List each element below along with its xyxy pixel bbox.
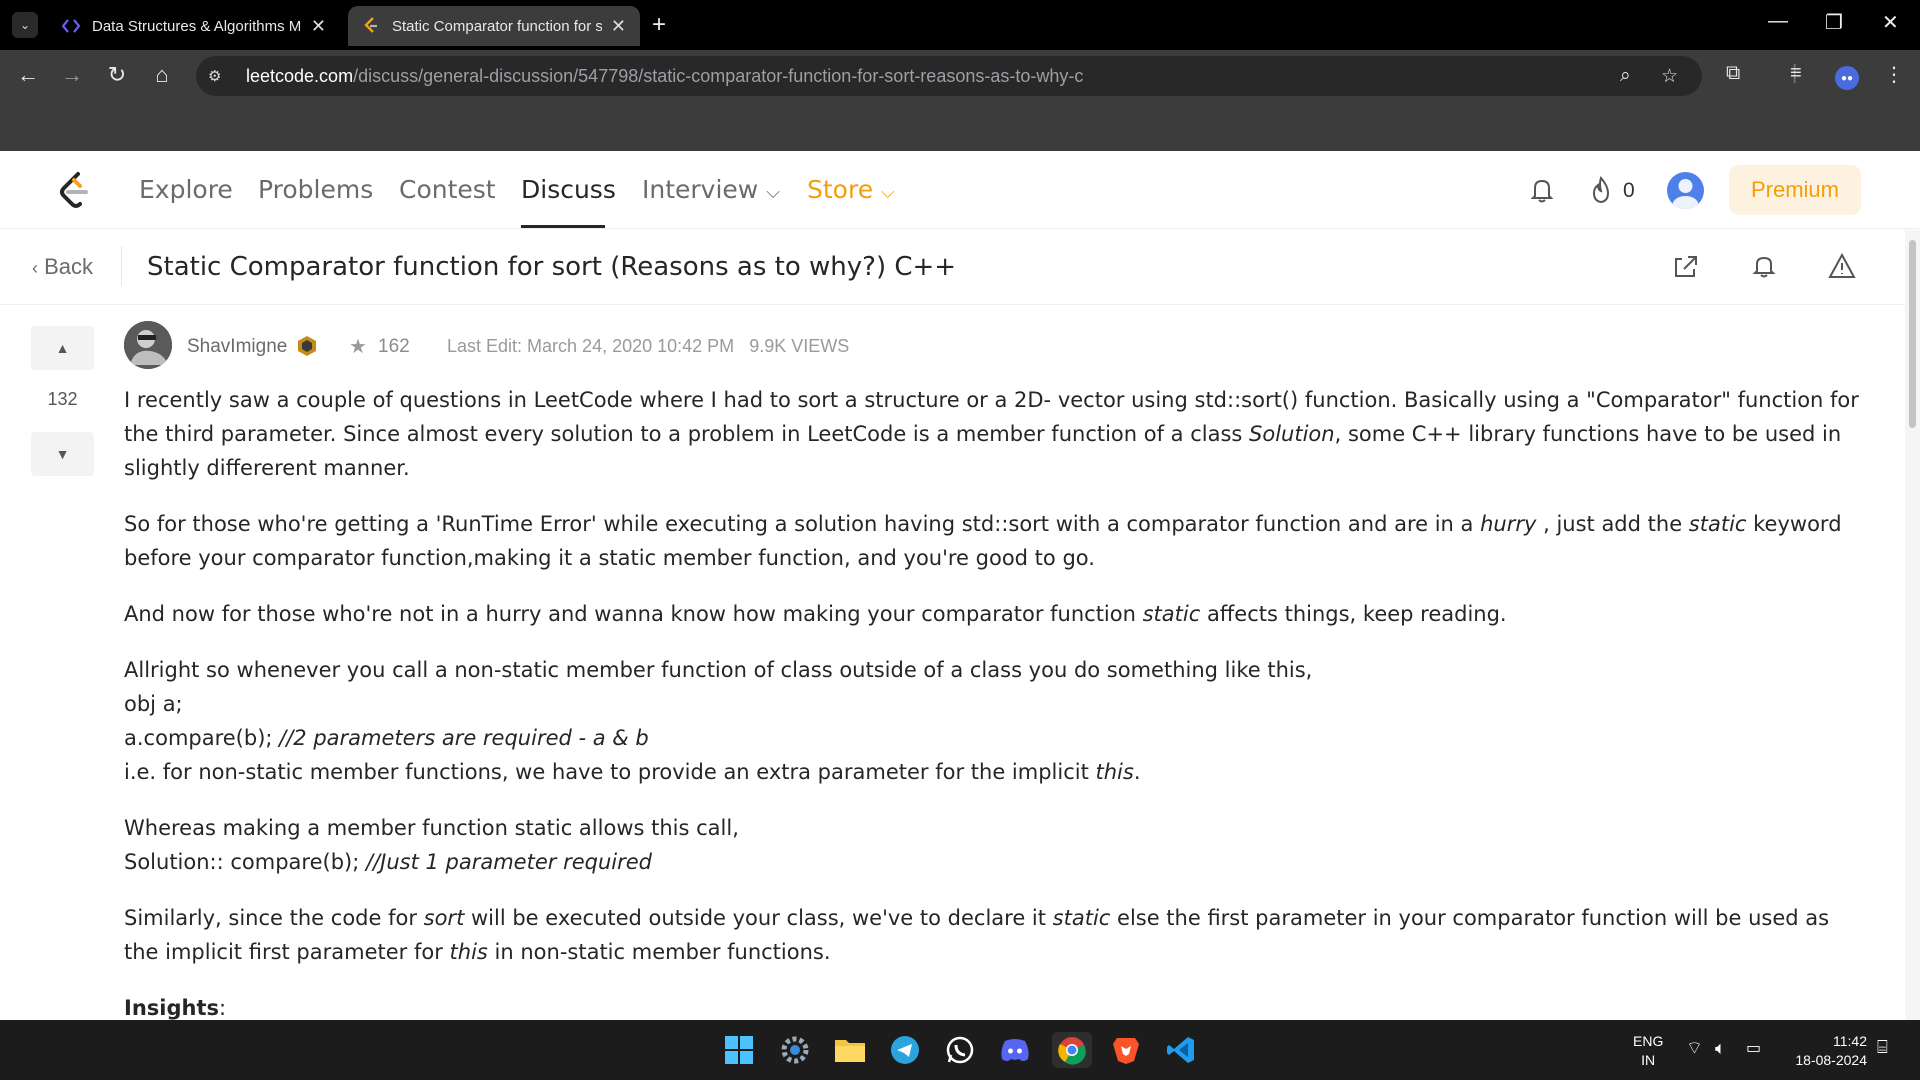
nav-contest[interactable]: Contest bbox=[399, 175, 496, 204]
notification-bell-icon[interactable] bbox=[1527, 175, 1557, 205]
vscode-icon[interactable] bbox=[1163, 1032, 1199, 1068]
guardian-badge-icon bbox=[298, 336, 316, 356]
notifications-icon[interactable]: ⌸ bbox=[1877, 1038, 1888, 1057]
nav-discuss[interactable]: Discuss bbox=[521, 175, 616, 204]
code-favicon-icon bbox=[62, 17, 80, 35]
downvote-button[interactable]: ▼ bbox=[31, 432, 94, 476]
paragraph: And now for those who're not in a hurry … bbox=[124, 602, 1507, 626]
star-icon: ★ bbox=[349, 336, 367, 358]
telegram-icon[interactable] bbox=[887, 1032, 923, 1068]
leetcode-favicon-icon bbox=[362, 17, 380, 35]
author-reputation: 162 bbox=[378, 336, 410, 357]
post-title: Static Comparator function for sort (Rea… bbox=[147, 252, 957, 282]
os-taskbar: ENG IN ⌔ 🔈︎ ▭ 11:42 18-08-2024 ⌸ bbox=[0, 1020, 1920, 1080]
wifi-icon[interactable]: ⌔ bbox=[1686, 1039, 1703, 1058]
profile-avatar-icon[interactable]: ●● bbox=[1835, 66, 1859, 90]
extensions-icon[interactable]: ⧉ bbox=[1726, 62, 1740, 85]
post-title-bar: ‹ Back Static Comparator function for so… bbox=[0, 230, 1905, 305]
bookmark-star-icon[interactable]: ☆ bbox=[1661, 65, 1678, 88]
brave-icon[interactable] bbox=[1108, 1032, 1144, 1068]
triangle-down-icon: ▼ bbox=[55, 446, 70, 462]
vote-panel: ▲ 132 ▼ bbox=[31, 326, 94, 476]
home-icon[interactable]: ⌂ bbox=[148, 62, 176, 88]
post-body: I recently saw a couple of questions in … bbox=[124, 383, 1864, 1020]
streak-count: 0 bbox=[1623, 179, 1635, 202]
tab-title: Data Structures & Algorithms M bbox=[92, 17, 302, 35]
paragraph: I recently saw a couple of questions in … bbox=[124, 388, 1859, 480]
triangle-up-icon: ▲ bbox=[55, 340, 70, 356]
upvote-button[interactable]: ▲ bbox=[31, 326, 94, 370]
whatsapp-icon[interactable] bbox=[942, 1032, 978, 1068]
tab-title: Static Comparator function for s bbox=[392, 17, 602, 35]
back-arrow-icon[interactable]: ← bbox=[14, 62, 42, 88]
back-link[interactable]: ‹ Back bbox=[32, 254, 93, 280]
address-bar[interactable]: ⚙ leetcode.com/discuss/general-discussio… bbox=[196, 56, 1702, 96]
windows-start-icon[interactable] bbox=[721, 1032, 757, 1068]
chevron-left-icon: ‹ bbox=[32, 258, 38, 278]
paragraph: Similarly, since the code for sort will … bbox=[124, 906, 1830, 964]
file-explorer-icon[interactable] bbox=[832, 1032, 868, 1068]
tab-search-button[interactable]: ⌄ bbox=[12, 12, 38, 38]
premium-button[interactable]: Premium bbox=[1729, 165, 1861, 215]
post-timestamp: Last Edit: March 24, 2020 10:42 PM 9.9K … bbox=[447, 336, 850, 356]
settings-gear-icon[interactable] bbox=[777, 1032, 813, 1068]
reload-icon[interactable]: ↻ bbox=[103, 62, 131, 88]
chevron-down-icon: ⌵ bbox=[766, 182, 780, 203]
paragraph: Whereas making a member function static … bbox=[124, 816, 739, 874]
streak-fire-icon[interactable] bbox=[1588, 175, 1614, 205]
close-window-icon[interactable]: ✕ bbox=[1882, 10, 1899, 35]
chevron-down-icon: ⌄ bbox=[19, 18, 31, 32]
new-tab-icon[interactable]: + bbox=[652, 12, 666, 38]
nav-interview[interactable]: Interview ⌵ bbox=[642, 175, 780, 204]
bookmarks-bar bbox=[0, 101, 1920, 151]
minimize-icon[interactable]: — bbox=[1768, 10, 1788, 33]
leetcode-logo[interactable] bbox=[56, 171, 92, 209]
close-tab-icon[interactable]: ✕ bbox=[611, 16, 626, 37]
author-name[interactable]: ShavImigne bbox=[187, 336, 287, 358]
nav-problems[interactable]: Problems bbox=[258, 175, 373, 204]
page-scrollbar[interactable] bbox=[1905, 230, 1920, 1020]
media-icon[interactable]: ≡ bbox=[1790, 62, 1802, 85]
nav-store[interactable]: Store ⌵ bbox=[807, 175, 895, 204]
leetcode-page: Explore Problems Contest Discuss Intervi… bbox=[0, 151, 1920, 1020]
close-tab-icon[interactable]: ✕ bbox=[311, 16, 326, 37]
view-count: 9.9K VIEWS bbox=[749, 336, 850, 356]
user-avatar[interactable] bbox=[1667, 172, 1704, 209]
paragraph: So for those who're getting a 'RunTime E… bbox=[124, 512, 1842, 570]
author-avatar[interactable] bbox=[124, 321, 172, 369]
discord-icon[interactable] bbox=[997, 1032, 1033, 1068]
browser-toolbar: ← → ↻ ⌂ ⚙ leetcode.com/discuss/general-d… bbox=[0, 50, 1920, 101]
paragraph: Allright so whenever you call a non-stat… bbox=[124, 658, 1313, 784]
scrollbar-thumb[interactable] bbox=[1909, 240, 1916, 428]
url-text: leetcode.com/discuss/general-discussion/… bbox=[246, 65, 1084, 86]
vote-count: 132 bbox=[47, 389, 78, 409]
battery-icon[interactable]: ▭ bbox=[1746, 1039, 1761, 1058]
nav-explore[interactable]: Explore bbox=[139, 175, 233, 204]
browser-tab-2[interactable]: Static Comparator function for s ✕ bbox=[348, 6, 640, 46]
share-icon[interactable] bbox=[1672, 252, 1700, 280]
subscribe-bell-icon[interactable] bbox=[1750, 252, 1778, 280]
divider bbox=[121, 246, 122, 286]
forward-arrow-icon[interactable]: → bbox=[58, 62, 86, 88]
browser-tab-1[interactable]: Data Structures & Algorithms M ✕ bbox=[48, 6, 340, 46]
post-meta: ShavImigne ★ 162 Last Edit: March 24, 20… bbox=[124, 321, 1024, 369]
active-nav-indicator bbox=[521, 225, 605, 228]
volume-icon[interactable]: 🔈︎ bbox=[1715, 1039, 1726, 1058]
report-warning-icon[interactable] bbox=[1828, 252, 1856, 280]
chevron-down-icon: ⌵ bbox=[881, 182, 895, 203]
chrome-icon[interactable] bbox=[1052, 1032, 1092, 1068]
top-navigation: Explore Problems Contest Discuss Intervi… bbox=[0, 151, 1920, 229]
language-indicator[interactable]: ENG IN bbox=[1633, 1032, 1663, 1070]
zoom-icon[interactable]: ⌕ bbox=[1620, 65, 1631, 87]
clock[interactable]: 11:42 18-08-2024 bbox=[1785, 1032, 1867, 1070]
menu-icon[interactable]: ⋮ bbox=[1884, 62, 1904, 87]
browser-tabstrip: ⌄ Data Structures & Algorithms M ✕ Stati… bbox=[0, 0, 1920, 50]
site-info-icon[interactable]: ⚙ bbox=[208, 67, 232, 85]
restore-icon[interactable]: ❐ bbox=[1825, 10, 1843, 35]
paragraph: Insights: bbox=[124, 996, 227, 1020]
